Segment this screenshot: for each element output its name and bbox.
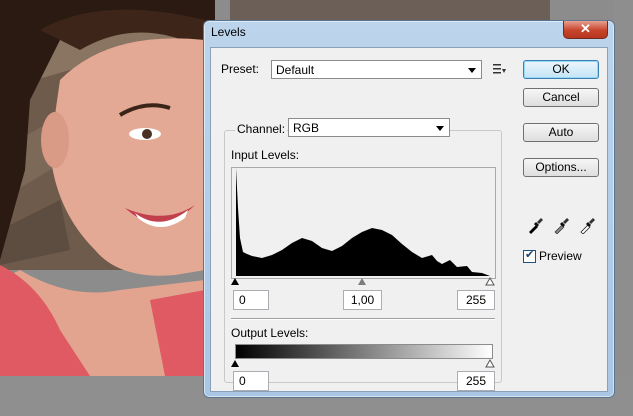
options-button[interactable]: Options... <box>523 158 599 177</box>
output-black-field[interactable]: 0 <box>233 371 269 391</box>
gray-eyedropper-icon[interactable] <box>553 216 571 234</box>
channel-value: RGB <box>293 121 320 135</box>
histogram <box>231 167 496 279</box>
preset-options-icon[interactable] <box>493 63 507 75</box>
check-icon: ✔ <box>525 249 535 261</box>
black-eyedropper-icon[interactable] <box>527 216 545 234</box>
chevron-down-icon <box>468 68 476 73</box>
ok-button[interactable]: OK <box>523 60 599 79</box>
output-levels-label: Output Levels: <box>231 326 309 340</box>
histogram-graph <box>236 168 490 276</box>
output-slider[interactable] <box>229 358 499 368</box>
input-gamma-field[interactable]: 1,00 <box>343 290 382 310</box>
input-white-slider[interactable] <box>485 276 495 286</box>
output-white-field[interactable]: 255 <box>457 371 495 391</box>
output-gradient <box>235 344 493 359</box>
input-black-slider[interactable] <box>231 278 239 285</box>
dialog-title: Levels <box>211 25 246 39</box>
input-black-field[interactable]: 0 <box>233 290 269 310</box>
output-black-slider[interactable] <box>231 360 239 367</box>
preset-select[interactable]: Default <box>271 60 482 79</box>
close-button[interactable]: ✕ <box>563 21 608 39</box>
separator <box>231 318 495 320</box>
input-slider[interactable] <box>229 276 499 286</box>
white-eyedropper-icon[interactable] <box>579 216 597 234</box>
title-bar[interactable]: Levels ✕ <box>204 21 614 43</box>
input-white-field[interactable]: 255 <box>457 290 495 310</box>
dialog-body: Preset: Default Channel: RGB Input Level… <box>210 47 608 392</box>
input-gamma-slider[interactable] <box>358 278 366 285</box>
close-icon: ✕ <box>580 21 591 36</box>
channel-label: Channel: <box>235 122 288 136</box>
chevron-down-icon <box>436 126 444 131</box>
channel-select[interactable]: RGB <box>288 118 450 137</box>
preset-value: Default <box>276 63 315 77</box>
preset-label: Preset: <box>221 62 260 76</box>
input-levels-label: Input Levels: <box>231 148 300 162</box>
preview-checkbox[interactable]: ✔ <box>523 249 536 263</box>
output-white-slider[interactable] <box>485 358 495 368</box>
auto-button[interactable]: Auto <box>523 123 599 142</box>
preview-label: Preview <box>539 249 582 263</box>
cancel-button[interactable]: Cancel <box>523 88 599 107</box>
levels-dialog: Levels ✕ Preset: Default Channel: RGB In… <box>203 20 615 398</box>
